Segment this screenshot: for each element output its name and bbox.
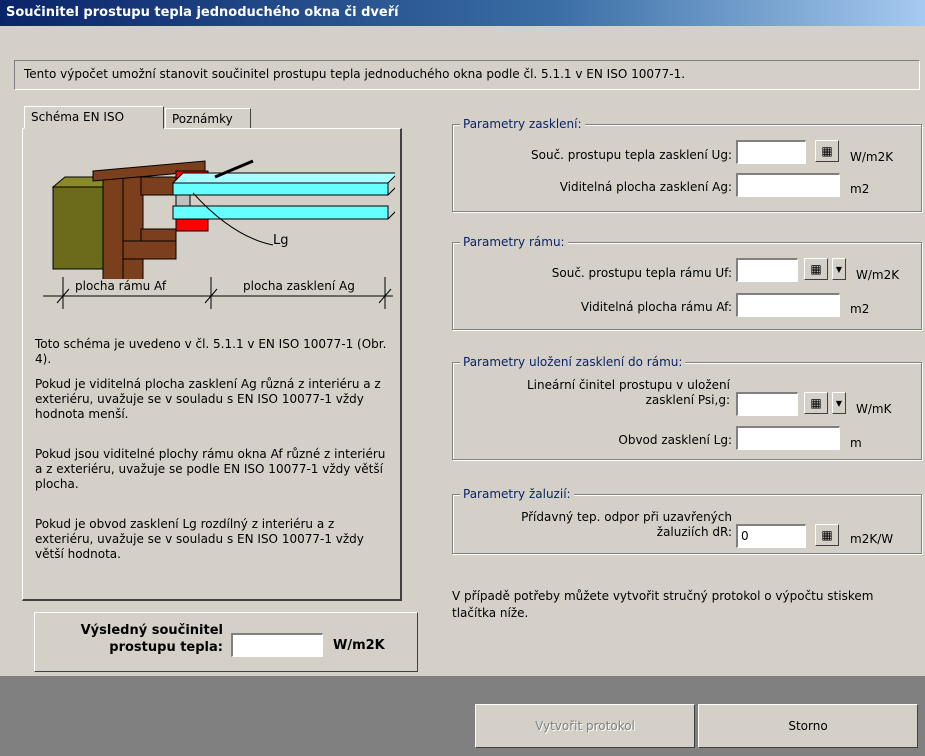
lg-input[interactable] [736, 426, 840, 450]
lg-unit: m [850, 436, 862, 450]
ug-calc-button[interactable]: ▦ [815, 140, 839, 162]
group-shutters-title: Parametry žaluzií: [460, 487, 574, 501]
group-glazing [452, 124, 922, 212]
psi-label: Lineární činitel prostupu v uložení zask… [527, 378, 730, 407]
dr-unit: m2K/W [850, 532, 894, 546]
dr-label: Přídavný tep. odpor při uzavřených žaluz… [521, 510, 732, 539]
calculator-icon: ▦ [821, 528, 833, 542]
ug-input[interactable] [736, 140, 806, 164]
info-box: Tento výpočet umožní stanovit součinitel… [14, 60, 920, 90]
dr-input[interactable]: 0 [736, 524, 806, 548]
cancel-button[interactable]: Storno [698, 704, 918, 748]
ag-input[interactable] [736, 173, 840, 197]
calculator-icon: ▦ [821, 144, 833, 158]
calculator-icon: ▦ [810, 396, 822, 410]
tab-notes[interactable]: Poznámky [165, 108, 251, 128]
tab-panel-schema: Lg plocha rámu Af plocha zasklení Ag Tot… [22, 128, 402, 601]
tab-notes-label: Poznámky [172, 112, 233, 126]
uf-unit: W/m2K [856, 268, 900, 282]
note-paragraph: Toto schéma je uvedeno v čl. 5.1.1 v EN … [35, 337, 387, 366]
calculator-icon: ▦ [810, 262, 822, 276]
uf-calc-button[interactable]: ▦ [804, 258, 828, 280]
uf-input[interactable] [736, 258, 798, 282]
window-title: Součinitel prostupu tepla jednoduchého o… [0, 0, 925, 26]
psi-dropdown-button[interactable]: ▼ [832, 392, 846, 414]
psi-unit: W/mK [856, 402, 892, 416]
uf-label: Souč. prostupu tepla rámu Uf: [551, 266, 732, 280]
ug-label: Souč. prostupu tepla zasklení Ug: [531, 148, 732, 162]
group-frame-title: Parametry rámu: [460, 235, 568, 249]
psi-calc-button[interactable]: ▦ [804, 392, 828, 414]
dr-calc-button[interactable]: ▦ [815, 524, 839, 546]
ug-unit: W/m2K [850, 150, 894, 164]
ag-label: Viditelná plocha zasklení Ag: [559, 180, 732, 194]
cancel-label: Storno [788, 719, 828, 733]
note-paragraph: Pokud je viditelná plocha zasklení Ag rů… [35, 377, 381, 421]
result-label: Výsledný součinitel prostupu tepla: [80, 623, 223, 655]
result-unit: W/m2K [333, 638, 385, 653]
tab-schema[interactable]: Schéma EN ISO [24, 106, 164, 129]
protocol-note: V případě potřeby můžete vytvořit stručn… [452, 589, 874, 620]
af-unit: m2 [850, 302, 870, 316]
create-protocol-label: Vytvořit protokol [535, 719, 635, 733]
info-text: Tento výpočet umožní stanovit součinitel… [24, 67, 686, 81]
chevron-down-icon: ▼ [835, 398, 843, 408]
note-paragraph: Pokud jsou viditelné plochy rámu okna Af… [35, 447, 386, 491]
result-panel: Výsledný součinitel prostupu tepla: W/m2… [34, 612, 418, 672]
group-glazing-title: Parametry zasklení: [460, 117, 585, 131]
tab-schema-label: Schéma EN ISO [31, 110, 125, 124]
note-paragraph: Pokud je obvod zasklení Lg rozdílný z in… [35, 517, 364, 561]
lg-input-label: Obvod zasklení Lg: [618, 433, 732, 447]
af-label: Viditelná plocha rámu Af: [580, 300, 732, 314]
frame-area-label: plocha rámu Af [71, 279, 171, 293]
glazing-area-label: plocha zasklení Ag [239, 279, 359, 293]
group-mounting-title: Parametry uložení zasklení do rámu: [460, 355, 686, 369]
af-input[interactable] [736, 293, 840, 317]
result-value-field [231, 633, 323, 657]
window-section-diagram [43, 159, 395, 309]
ag-unit: m2 [850, 182, 870, 196]
psi-input[interactable] [736, 392, 798, 416]
chevron-down-icon: ▼ [835, 264, 843, 274]
uf-dropdown-button[interactable]: ▼ [832, 258, 846, 280]
lg-label: Lg [273, 233, 289, 248]
create-protocol-button[interactable]: Vytvořit protokol [475, 704, 695, 748]
